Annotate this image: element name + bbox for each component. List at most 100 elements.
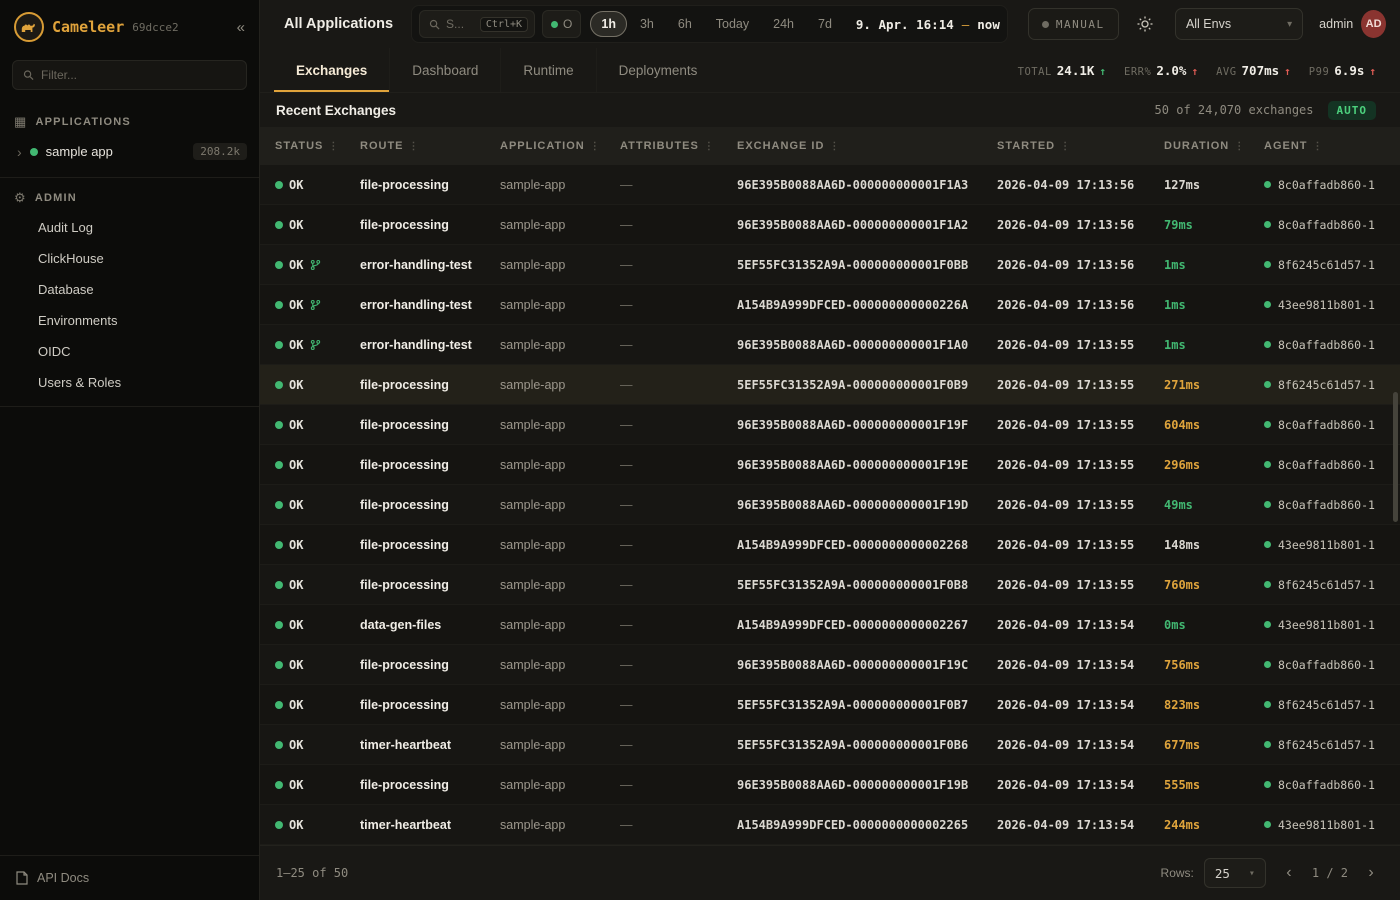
column-header-exchange-id[interactable]: EXCHANGE ID⋮ xyxy=(737,140,997,152)
exchange-id-cell: 5EF55FC31352A9A-000000000001F0B7 xyxy=(737,698,997,712)
time-range-display[interactable]: 9. Apr. 16:14 — now xyxy=(856,17,1000,32)
caret-down-icon: ▾ xyxy=(1287,19,1292,30)
agent-status-dot xyxy=(1264,661,1271,668)
page-title: All Applications xyxy=(284,16,393,32)
agent-cell: 8f6245c61d57-1 xyxy=(1264,698,1400,712)
exchange-id-cell: 96E395B0088AA6D-000000000001F19B xyxy=(737,778,997,792)
table-row[interactable]: OKfile-processingsample-app—A154B9A999DF… xyxy=(260,525,1400,565)
time-to: now xyxy=(977,17,1000,32)
range-6h[interactable]: 6h xyxy=(667,11,703,37)
prev-page-button[interactable]: ‹ xyxy=(1276,860,1302,886)
column-header-started[interactable]: STARTED⋮ xyxy=(997,140,1164,152)
tab-deployments[interactable]: Deployments xyxy=(596,48,720,92)
application-cell: sample-app xyxy=(500,258,620,272)
admin-header-label: ADMIN xyxy=(35,192,77,204)
table-row[interactable]: OKfile-processingsample-app—5EF55FC31352… xyxy=(260,565,1400,605)
main-content: All Applications S... Ctrl+K O 1h3h6hTod… xyxy=(260,0,1400,900)
sidebar-filter[interactable] xyxy=(12,60,247,90)
live-toggle[interactable]: O xyxy=(542,10,581,38)
table-row[interactable]: OKfile-processingsample-app—96E395B0088A… xyxy=(260,445,1400,485)
agent-cell: 8c0affadb860-1 xyxy=(1264,178,1400,192)
table-row[interactable]: OKfile-processingsample-app—96E395B0088A… xyxy=(260,485,1400,525)
table-row[interactable]: OKfile-processingsample-app—96E395B0088A… xyxy=(260,165,1400,205)
started-cell: 2026-04-09 17:13:55 xyxy=(997,498,1164,512)
status-ok-dot xyxy=(275,581,283,589)
tab-exchanges[interactable]: Exchanges xyxy=(274,48,389,92)
sidebar-item-audit-log[interactable]: Audit Log xyxy=(0,212,259,243)
global-search[interactable]: S... Ctrl+K xyxy=(419,10,535,38)
application-cell: sample-app xyxy=(500,378,620,392)
column-header-status[interactable]: STATUS⋮ xyxy=(275,140,360,152)
table-row[interactable]: OKfile-processingsample-app—96E395B0088A… xyxy=(260,645,1400,685)
agent-status-dot xyxy=(1264,181,1271,188)
user-avatar[interactable]: AD xyxy=(1361,10,1386,38)
sidebar-item-users-roles[interactable]: Users & Roles xyxy=(0,367,259,398)
range-indicator: 1–25 of 50 xyxy=(276,866,348,880)
range-3h[interactable]: 3h xyxy=(629,11,665,37)
attributes-cell: — xyxy=(620,498,737,512)
column-header-agent[interactable]: AGENT⋮ xyxy=(1264,140,1400,152)
manual-refresh-button[interactable]: MANUAL xyxy=(1028,8,1119,40)
status-ok-dot xyxy=(275,501,283,509)
stat-err: ERR%2.0%↑ xyxy=(1124,63,1198,78)
next-page-button[interactable]: › xyxy=(1358,860,1384,886)
table-row[interactable]: OKfile-processingsample-app—96E395B0088A… xyxy=(260,765,1400,805)
column-header-attributes[interactable]: ATTRIBUTES⋮ xyxy=(620,140,737,152)
time-separator: — xyxy=(962,17,970,32)
table-row[interactable]: OKerror-handling-testsample-app—A154B9A9… xyxy=(260,285,1400,325)
sidebar-item-database[interactable]: Database xyxy=(0,274,259,305)
started-cell: 2026-04-09 17:13:55 xyxy=(997,378,1164,392)
auto-refresh-badge[interactable]: AUTO xyxy=(1328,101,1377,120)
sidebar-item-environments[interactable]: Environments xyxy=(0,305,259,336)
table-row[interactable]: OKerror-handling-testsample-app—5EF55FC3… xyxy=(260,245,1400,285)
api-docs-link[interactable]: API Docs xyxy=(0,855,259,900)
sidebar-item-oidc[interactable]: OIDC xyxy=(0,336,259,367)
search-shortcut: Ctrl+K xyxy=(480,17,528,32)
sort-icon: ⋮ xyxy=(1313,141,1324,152)
column-header-route[interactable]: ROUTE⋮ xyxy=(360,140,500,152)
table-row[interactable]: OKfile-processingsample-app—5EF55FC31352… xyxy=(260,685,1400,725)
attributes-cell: — xyxy=(620,658,737,672)
range-7d[interactable]: 7d xyxy=(807,11,843,37)
duration-cell: 760ms xyxy=(1164,578,1264,592)
table-row[interactable]: OKfile-processingsample-app—96E395B0088A… xyxy=(260,205,1400,245)
range-today[interactable]: Today xyxy=(705,11,760,37)
rows-per-page-select[interactable]: 25 ▾ xyxy=(1204,858,1266,888)
sidebar-item-clickhouse[interactable]: ClickHouse xyxy=(0,243,259,274)
table-row[interactable]: OKdata-gen-filessample-app—A154B9A999DFC… xyxy=(260,605,1400,645)
status-cell: OK xyxy=(275,618,360,632)
table-row[interactable]: OKtimer-heartbeatsample-app—5EF55FC31352… xyxy=(260,725,1400,765)
duration-cell: 1ms xyxy=(1164,338,1264,352)
stats-bar: TOTAL24.1K↑ERR%2.0%↑AVG707ms↑P996.9s↑ xyxy=(1018,48,1376,92)
sidebar-collapse-icon[interactable]: « xyxy=(237,19,245,36)
status-ok-dot xyxy=(275,221,283,229)
table-row[interactable]: OKfile-processingsample-app—5EF55FC31352… xyxy=(260,365,1400,405)
started-cell: 2026-04-09 17:13:54 xyxy=(997,738,1164,752)
env-dropdown[interactable]: All Envs ▾ xyxy=(1175,8,1303,40)
duration-cell: 296ms xyxy=(1164,458,1264,472)
range-1h[interactable]: 1h xyxy=(590,11,627,37)
filter-input[interactable] xyxy=(41,68,236,82)
table-row[interactable]: OKfile-processingsample-app—96E395B0088A… xyxy=(260,405,1400,445)
table-row[interactable]: OKtimer-heartbeatsample-app—A154B9A999DF… xyxy=(260,805,1400,845)
scrollbar-thumb[interactable] xyxy=(1393,392,1398,522)
sort-icon: ⋮ xyxy=(1234,141,1245,152)
range-24h[interactable]: 24h xyxy=(762,11,805,37)
sidebar-item-sample-app[interactable]: › sample app 208.2k xyxy=(0,136,259,167)
column-header-duration[interactable]: DURATION⋮ xyxy=(1164,140,1264,152)
tab-runtime[interactable]: Runtime xyxy=(500,48,595,92)
column-header-application[interactable]: APPLICATION⋮ xyxy=(500,140,620,152)
table-footer: 1–25 of 50 Rows: 25 ▾ ‹ 1 / 2 › xyxy=(260,845,1400,900)
duration-cell: 271ms xyxy=(1164,378,1264,392)
agent-cell: 43ee9811b801-1 xyxy=(1264,538,1400,552)
route-cell: file-processing xyxy=(360,498,500,512)
attributes-cell: — xyxy=(620,698,737,712)
tab-dashboard[interactable]: Dashboard xyxy=(389,48,500,92)
exchange-id-cell: 5EF55FC31352A9A-000000000001F0B6 xyxy=(737,738,997,752)
theme-toggle-button[interactable] xyxy=(1131,8,1159,40)
chevron-right-icon[interactable]: › xyxy=(17,144,22,160)
table-row[interactable]: OKerror-handling-testsample-app—96E395B0… xyxy=(260,325,1400,365)
agent-status-dot xyxy=(1264,381,1271,388)
trend-up-icon: ↑ xyxy=(1369,65,1376,78)
applications-section-header: ▦ APPLICATIONS xyxy=(0,106,259,136)
